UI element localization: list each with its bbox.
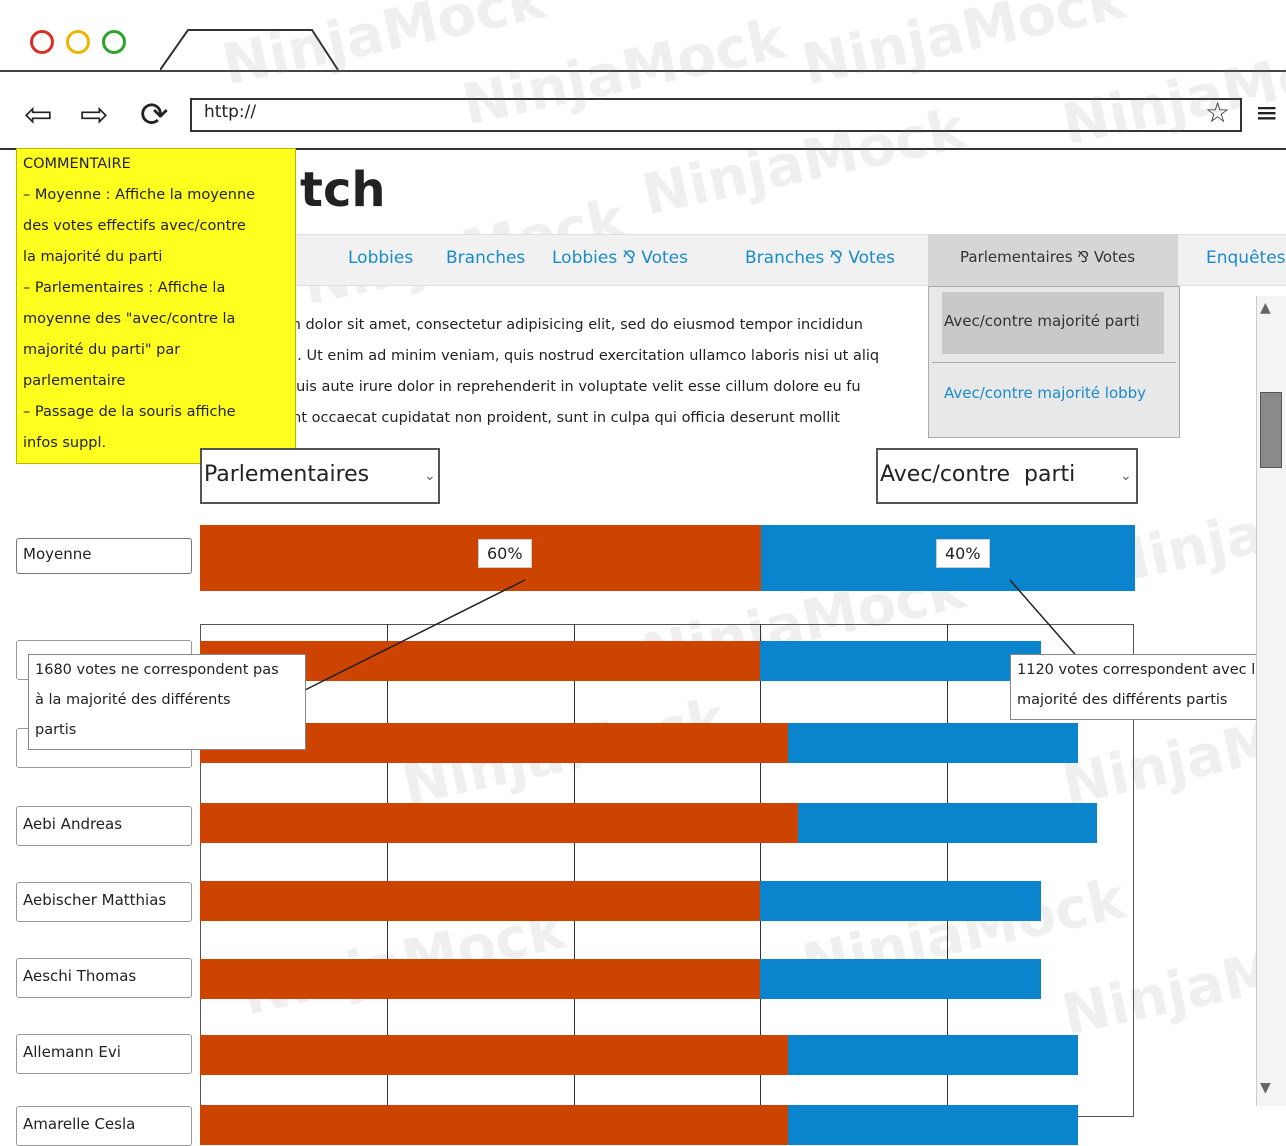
page-title: tch [300, 162, 386, 218]
member-name-box[interactable]: Amarelle Cesla [16, 1106, 192, 1146]
member-bar-against[interactable] [200, 1105, 789, 1145]
callout-line: majorité des différents partis [1017, 692, 1228, 708]
dropdown-divider [932, 362, 1176, 363]
member-bar-for[interactable] [797, 803, 1097, 843]
dropdown-item-label: Avec/contre majorité parti [944, 312, 1140, 330]
member-bar-for[interactable] [760, 881, 1041, 921]
intro-line: qua. Ut enim ad minim veniam, quis nostr… [270, 348, 880, 364]
sticky-line: parlementaire [23, 373, 126, 389]
nav-item-lobbies[interactable]: Lobbies [348, 248, 413, 268]
intro-line: r sint occaecat cupidatat non proident, … [270, 410, 840, 426]
member-bar-against[interactable] [200, 1035, 789, 1075]
callout-against-tooltip: 1680 votes ne correspondent pas à la maj… [28, 654, 306, 750]
callout-line: 1680 votes ne correspondent pas [35, 662, 279, 678]
member-bar-for[interactable] [760, 959, 1041, 999]
scroll-up-arrow-icon[interactable]: ▲ [1260, 300, 1271, 316]
back-arrow-icon[interactable]: ⇦ [24, 96, 53, 134]
view-mode-select-value: Parlementaires [204, 462, 370, 487]
average-against-percent: 60% [478, 539, 532, 568]
member-bar-against[interactable] [200, 959, 761, 999]
average-bar[interactable]: 60% 40% [200, 525, 1135, 591]
hamburger-menu-icon[interactable]: ≡ [1255, 96, 1278, 129]
member-bar-for[interactable] [788, 1105, 1078, 1145]
sticky-line: moyenne des "avec/contre la [23, 311, 236, 327]
vote-filter-select-value: Avec/contre parti [880, 462, 1076, 487]
member-bar-for[interactable] [788, 1035, 1078, 1075]
tab-strip-divider [0, 70, 1286, 72]
member-bar-for[interactable] [788, 723, 1078, 763]
dropdown-item-majorite-lobby[interactable]: Avec/contre majorité lobby [944, 384, 1146, 402]
intro-line: t. Duis aute irure dolor in reprehenderi… [270, 379, 861, 395]
scrollbar-thumb[interactable] [1260, 392, 1282, 468]
sticky-line: – Moyenne : Affiche la moyenne [23, 187, 256, 203]
nav-item-lobbies-votes[interactable]: Lobbies ⅋ Votes [552, 248, 688, 268]
nav-item-branches-votes[interactable]: Branches ⅋ Votes [745, 248, 895, 268]
comment-sticky-note: COMMENTAIRE – Moyenne : Affiche la moyen… [16, 148, 296, 464]
callout-line: partis [35, 722, 77, 738]
callout-for-tooltip: 1120 votes correspondent avec la majorit… [1010, 654, 1286, 720]
member-bar-for[interactable] [760, 641, 1041, 681]
nav-item-parlementaires-votes-label: Parlementaires ⅋ Votes [960, 248, 1136, 266]
sticky-line: – Passage de la souris affiche [23, 404, 236, 420]
scroll-down-arrow-icon[interactable]: ▼ [1260, 1080, 1271, 1096]
vote-filter-select[interactable]: Avec/contre parti ⌄ [876, 448, 1138, 504]
callout-line: 1120 votes correspondent avec la [1017, 662, 1265, 678]
average-label: Moyenne [23, 545, 92, 563]
callout-line: à la majorité des différents [35, 692, 231, 708]
nav-item-enquetes[interactable]: Enquêtes [1206, 248, 1286, 268]
sticky-line: des votes effectifs avec/contre [23, 218, 246, 234]
intro-line: sum dolor sit amet, consectetur adipisic… [270, 317, 863, 333]
view-mode-select[interactable]: Parlementaires ⌄ [200, 448, 440, 504]
chevron-down-icon: ⌄ [424, 468, 436, 484]
member-bar-against[interactable] [200, 803, 798, 843]
sticky-line: majorité du parti" par [23, 342, 181, 358]
nav-item-branches[interactable]: Branches [446, 248, 525, 268]
browser-tab[interactable] [160, 28, 340, 72]
member-name-box[interactable]: Aebi Andreas [16, 806, 192, 846]
forward-arrow-icon[interactable]: ⇨ [80, 96, 109, 134]
member-bar-against[interactable] [200, 881, 761, 921]
reload-icon[interactable]: ⟳ [140, 96, 169, 134]
average-for-percent: 40% [936, 539, 990, 568]
member-name-box[interactable]: Aebischer Matthias [16, 882, 192, 922]
chevron-down-icon: ⌄ [1120, 468, 1132, 484]
address-bar-text: http:// [204, 102, 257, 122]
window-close-dot[interactable] [30, 30, 54, 54]
member-name-box[interactable]: Allemann Evi [16, 1034, 192, 1074]
sticky-line: – Parlementaires : Affiche la [23, 280, 226, 296]
sticky-line: la majorité du parti [23, 249, 163, 265]
window-minimize-dot[interactable] [66, 30, 90, 54]
window-maximize-dot[interactable] [102, 30, 126, 54]
address-bar[interactable] [190, 98, 1242, 132]
intro-text: sum dolor sit amet, consectetur adipisic… [270, 310, 930, 434]
sticky-line: COMMENTAIRE [23, 156, 131, 172]
star-icon[interactable]: ☆ [1205, 96, 1230, 129]
member-name-box[interactable]: Aeschi Thomas [16, 958, 192, 998]
average-label-box: Moyenne [16, 538, 192, 574]
